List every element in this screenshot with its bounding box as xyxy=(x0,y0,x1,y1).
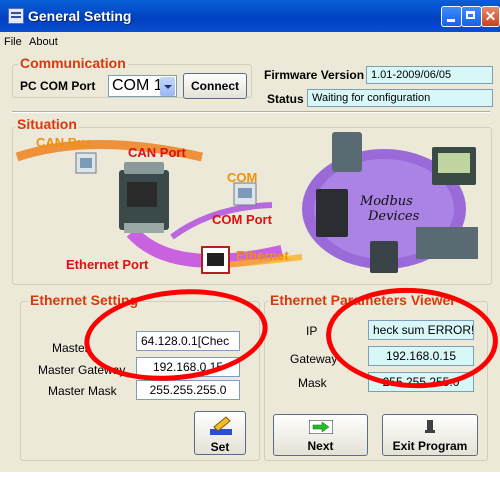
app-icon xyxy=(8,8,24,24)
ethernet-label: Ethernet xyxy=(236,248,289,263)
master-mask-label: Master Mask xyxy=(48,384,117,398)
ethernet-port-label: Ethernet Port xyxy=(66,257,149,272)
general-setting-window: General Setting ✕ File About Communicati… xyxy=(0,0,500,472)
set-button[interactable]: Set xyxy=(194,411,246,455)
firmware-version-field: 1.01-2009/06/05 xyxy=(366,66,493,84)
pc-com-port-label: PC COM Port xyxy=(20,79,96,93)
connect-button[interactable]: Connect xyxy=(183,73,247,99)
modbus-device-5 xyxy=(370,241,398,273)
can-bus-label: CAN Bus xyxy=(36,135,93,150)
exit-program-button[interactable]: Exit Program xyxy=(382,414,478,456)
door-exit-icon xyxy=(425,420,435,433)
arrow-right-icon xyxy=(309,420,333,434)
viewer-mask-label: Mask xyxy=(298,376,327,390)
firmware-version-label: Firmware Version xyxy=(264,68,365,82)
communication-title: Communication xyxy=(18,55,128,71)
next-label: Next xyxy=(307,439,334,453)
com-port-label: COM Port xyxy=(212,212,272,227)
title-bar[interactable]: General Setting ✕ xyxy=(0,0,500,32)
status-field: Waiting for configuration xyxy=(307,89,493,107)
modbus-device-3 xyxy=(316,189,348,237)
divider xyxy=(12,111,490,113)
minimize-button[interactable] xyxy=(441,6,462,27)
close-button[interactable]: ✕ xyxy=(481,6,500,27)
modbus-device-1 xyxy=(332,132,362,172)
viewer-gateway-label: Gateway xyxy=(290,352,338,366)
next-button[interactable]: Next xyxy=(273,414,368,456)
pencil-icon xyxy=(210,416,232,435)
master-label: Master xyxy=(52,341,89,355)
status-label: Status xyxy=(267,92,304,106)
set-label: Set xyxy=(210,440,230,454)
exit-program-label: Exit Program xyxy=(392,439,468,453)
maximize-button[interactable] xyxy=(461,6,482,27)
chevron-down-icon[interactable] xyxy=(160,77,175,96)
menu-about[interactable]: About xyxy=(29,36,58,48)
menu-file[interactable]: File xyxy=(4,36,22,48)
modbus-devices-label: Modbus Devices xyxy=(359,194,420,224)
com-port-select[interactable]: COM 1 xyxy=(108,75,177,97)
master-mask-input[interactable]: 255.255.255.0 xyxy=(136,380,240,400)
can-port-label: CAN Port xyxy=(128,145,186,160)
ip-label: IP xyxy=(306,324,318,338)
window-title: General Setting xyxy=(28,8,132,24)
com-port-value: COM 1 xyxy=(112,77,163,94)
com-label: COM xyxy=(227,170,258,185)
modbus-device-4 xyxy=(416,227,478,259)
menu-bar: File About xyxy=(0,32,500,52)
